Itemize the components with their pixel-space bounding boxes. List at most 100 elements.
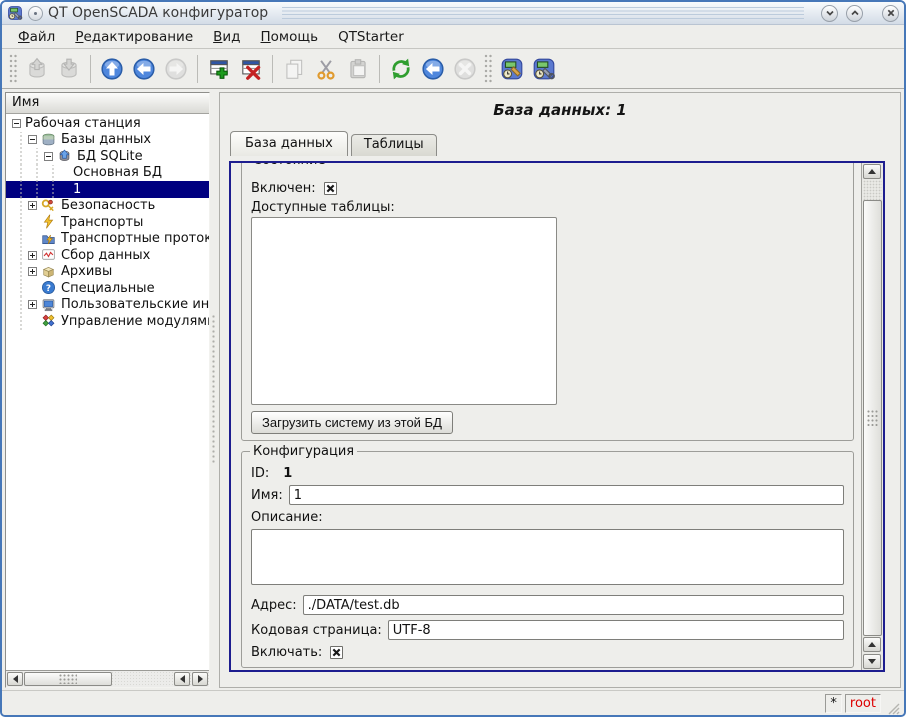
delete-item-button[interactable] <box>236 54 266 84</box>
tree-item-transports[interactable]: Транспорты <box>6 214 209 231</box>
toolbar-handle[interactable] <box>9 54 18 84</box>
tree-item-label: БД SQLite <box>77 149 143 164</box>
content-panel: База данных: 1 База данныхТаблицы Состоя… <box>219 92 901 688</box>
stop-icon <box>453 57 477 81</box>
expand-icon[interactable] <box>28 201 37 210</box>
user-badge: root <box>845 694 881 713</box>
description-textarea[interactable] <box>251 529 844 585</box>
menu-qtstarter[interactable]: QTStarter <box>328 27 414 47</box>
tree-item-special[interactable]: ?Специальные <box>6 280 209 297</box>
paste-button <box>343 54 373 84</box>
box-icon <box>41 264 57 280</box>
toolbar-separator <box>90 55 91 83</box>
load-system-button[interactable]: Загрузить систему из этой БД <box>251 411 453 434</box>
qtstarter-config-button[interactable] <box>497 54 527 84</box>
tree-item-main-db[interactable]: Основная БД <box>6 165 209 182</box>
collapse-icon[interactable] <box>44 152 53 161</box>
tree-item-module-management[interactable]: Управление модулями <box>6 313 209 330</box>
form-vertical-scrollbar[interactable] <box>861 163 883 670</box>
scrollbar-groove[interactable] <box>863 180 882 200</box>
stop-button <box>450 54 480 84</box>
scroll-right-button[interactable] <box>192 672 208 686</box>
tree-item-archives[interactable]: Архивы <box>6 264 209 281</box>
tree-item-label: Транспортные протоколы <box>61 231 209 246</box>
tree-guides <box>6 198 26 215</box>
tab-database[interactable]: База данных <box>230 131 348 156</box>
scrollbar-track[interactable] <box>112 671 173 687</box>
shade-button[interactable] <box>821 5 838 22</box>
tree-header: Имя <box>6 93 209 114</box>
tree-item-user-interfaces[interactable]: Пользовательские интерфейсы <box>6 297 209 314</box>
tree-item-databases[interactable]: Базы данных <box>6 132 209 149</box>
start-button[interactable] <box>418 54 448 84</box>
menu-help[interactable]: Помощь <box>251 27 329 47</box>
tree-item-workstation[interactable]: Рабочая станция <box>6 115 209 132</box>
scroll-up-button[interactable] <box>863 164 881 179</box>
form-scroll-area: Состояние Включен: Доступные таблицы: За… <box>229 161 885 672</box>
panel-splitter[interactable] <box>210 92 219 688</box>
tree-item-db-1[interactable]: 1 <box>6 181 209 198</box>
scroll-left-button[interactable] <box>7 672 23 686</box>
arrow-right-icon <box>198 675 203 683</box>
id-value: 1 <box>283 466 292 481</box>
menu-file[interactable]: Файл <box>8 27 65 47</box>
codepage-input[interactable] <box>388 620 844 640</box>
refresh-button[interactable] <box>386 54 416 84</box>
qtstarter-tools-button[interactable] <box>529 54 559 84</box>
scrollbar-thumb[interactable] <box>24 672 112 686</box>
svg-text:?: ? <box>46 284 51 294</box>
expand-icon[interactable] <box>28 251 37 260</box>
pin-button[interactable] <box>28 6 43 21</box>
form-body: Состояние Включен: Доступные таблицы: За… <box>231 163 861 670</box>
menu-view[interactable]: Вид <box>203 27 250 47</box>
description-label: Описание: <box>251 510 323 525</box>
add-item-button[interactable] <box>204 54 234 84</box>
enable-checkbox[interactable] <box>330 646 343 659</box>
arrow-up-icon <box>868 642 876 647</box>
copy-button <box>279 54 309 84</box>
tree-item-label: Сбор данных <box>61 248 150 263</box>
lightning-icon <box>41 214 57 230</box>
tree-guides <box>6 264 26 281</box>
tree-item-data-acquisition[interactable]: Сбор данных <box>6 247 209 264</box>
titlebar-stripes <box>282 7 804 19</box>
resize-grip-icon[interactable] <box>885 700 900 715</box>
tree-horizontal-scrollbar[interactable] <box>6 670 209 687</box>
grip-icon <box>59 674 77 684</box>
tab-tables[interactable]: Таблицы <box>351 134 437 156</box>
collapse-icon[interactable] <box>28 135 37 144</box>
scrollbar-thumb[interactable] <box>863 200 882 636</box>
modules-icon <box>41 313 57 329</box>
menu-edit[interactable]: Редактирование <box>65 27 203 47</box>
tree-item-db-sqlite[interactable]: БД SQLite <box>6 148 209 165</box>
expand-icon[interactable] <box>28 267 37 276</box>
chevron-down-icon <box>825 6 835 21</box>
tree-guides <box>6 148 42 165</box>
tree-view: Рабочая станцияБазы данныхБД SQLiteОснов… <box>6 114 209 670</box>
tree-guides <box>6 280 26 297</box>
tables-listbox[interactable] <box>251 217 557 405</box>
grip-icon <box>867 410 879 426</box>
titlebar: QT OpenSCADA конфигуратор <box>2 2 904 25</box>
tree-item-transport-protocols[interactable]: Транспортные протоколы <box>6 231 209 248</box>
address-input[interactable] <box>303 595 844 615</box>
toolbar-handle[interactable] <box>484 54 493 84</box>
scroll-left-button-2[interactable] <box>174 672 190 686</box>
scroll-down-button[interactable] <box>863 654 881 669</box>
up-button[interactable] <box>97 54 127 84</box>
tree-item-security[interactable]: Безопасность <box>6 198 209 215</box>
tree-guides <box>6 132 26 149</box>
cut-button[interactable] <box>311 54 341 84</box>
maximize-button[interactable] <box>846 5 863 22</box>
tree-guides <box>6 247 26 264</box>
back-button[interactable] <box>129 54 159 84</box>
name-input[interactable] <box>289 485 844 505</box>
enabled-checkbox[interactable] <box>324 182 337 195</box>
pin-icon <box>34 12 37 15</box>
tree-item-label: Архивы <box>61 264 112 279</box>
collapse-icon[interactable] <box>12 119 21 128</box>
expand-icon[interactable] <box>28 300 37 309</box>
scroll-up-button-2[interactable] <box>863 637 881 652</box>
modified-indicator: * <box>825 694 842 713</box>
close-button[interactable] <box>882 5 899 22</box>
